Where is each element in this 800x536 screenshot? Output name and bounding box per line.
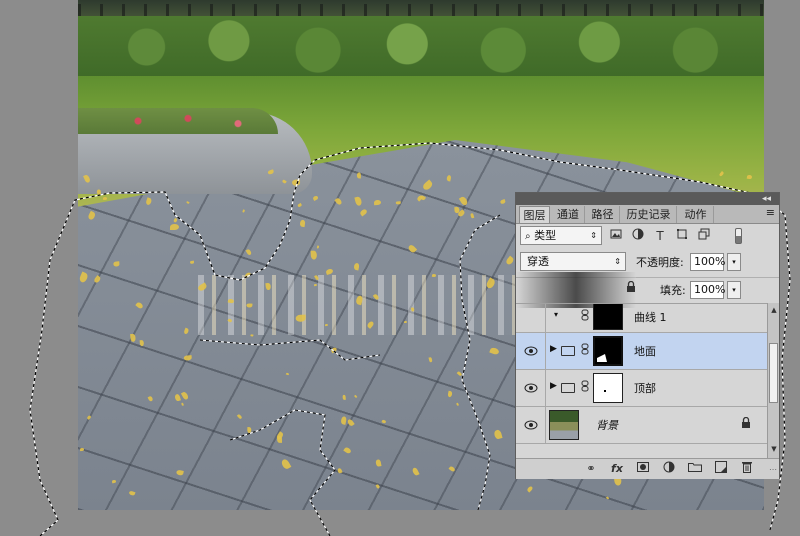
select-arrows-icon: ⇕ — [590, 231, 597, 240]
layers-list: ▾ 曲线 1 ▶ 地面 ▶ 顶部 背景 — [516, 303, 767, 459]
adjustment-filter-icon[interactable] — [630, 228, 646, 244]
layer-row[interactable]: ▶ 顶部 — [516, 370, 767, 407]
delete-layer-icon[interactable] — [738, 461, 756, 477]
leaf — [139, 340, 144, 347]
leaf — [276, 436, 282, 444]
opacity-dropdown-button[interactable]: ▾ — [727, 253, 741, 271]
leaf — [292, 179, 301, 186]
lock-icon[interactable] — [741, 416, 751, 432]
layer-row[interactable]: ▶ 地面 — [516, 333, 767, 370]
scroll-down-icon[interactable]: ▼ — [769, 444, 779, 454]
shape-filter-icon[interactable] — [674, 228, 690, 244]
opacity-label: 不透明度: — [636, 256, 684, 269]
layer-style-icon[interactable]: fx — [608, 461, 626, 477]
lock-all-icon[interactable] — [626, 280, 636, 296]
folder-icon — [561, 346, 575, 356]
fill-dropdown-button[interactable]: ▾ — [727, 281, 741, 299]
visibility-toggle[interactable] — [516, 304, 546, 332]
leaf — [427, 356, 433, 363]
fill-input[interactable]: 100% — [690, 281, 725, 299]
leaf — [249, 333, 254, 337]
leaf — [356, 171, 362, 179]
leaf — [79, 447, 85, 451]
visibility-toggle[interactable] — [516, 370, 546, 406]
layers-panel: ◂◂ 图层 通道 路径 历史记录 动作 ≡ ⌕ 类型 ⇕ T 穿透 ⇕ 不透明度… — [515, 192, 780, 479]
layer-filter-row: ⌕ 类型 ⇕ T — [516, 224, 779, 248]
leaf — [227, 298, 234, 304]
leaf — [295, 314, 306, 322]
leaf — [395, 200, 401, 204]
image-filter-icon[interactable] — [608, 228, 624, 244]
panel-title-bar[interactable]: ◂◂ — [516, 193, 779, 205]
layer-row[interactable]: 背景 — [516, 407, 767, 444]
scroll-up-icon[interactable]: ▲ — [769, 305, 779, 315]
layer-name[interactable]: 顶部 — [634, 380, 656, 396]
tab-paths[interactable]: 路径 — [586, 206, 620, 223]
panel-tabs: 图层 通道 路径 历史记录 动作 — [516, 205, 779, 224]
adjustment-layer-icon[interactable] — [660, 461, 678, 477]
layer-name[interactable]: 地面 — [634, 343, 656, 359]
new-group-icon[interactable] — [686, 461, 704, 477]
layer-name[interactable]: 背景 — [596, 417, 618, 433]
filter-toggle-switch[interactable] — [735, 228, 742, 244]
visibility-toggle[interactable] — [516, 333, 546, 369]
scroll-thumb[interactable] — [769, 343, 778, 403]
leaf — [746, 174, 753, 179]
hedge-plants — [78, 16, 764, 78]
blend-mode-value: 穿透 — [527, 255, 549, 268]
layers-scrollbar[interactable]: ▲ ▼ — [767, 303, 779, 458]
chain-link-icon[interactable] — [581, 309, 589, 324]
leaf — [169, 224, 179, 231]
panel-footer: ⚭ fx ⋯ — [516, 458, 779, 479]
layer-mask-thumbnail[interactable] — [593, 304, 623, 330]
filter-kind-select[interactable]: ⌕ 类型 ⇕ — [520, 226, 602, 245]
panel-menu-icon[interactable]: ≡ — [766, 206, 775, 219]
leaf — [373, 199, 381, 205]
layer-mask-thumbnail[interactable] — [593, 336, 623, 366]
layer-mask-thumbnail[interactable] — [593, 373, 623, 403]
add-mask-icon[interactable] — [634, 461, 652, 477]
eye-icon — [524, 420, 537, 430]
leaf — [342, 395, 346, 401]
background-thumbnail[interactable] — [549, 410, 579, 440]
tab-history[interactable]: 历史记录 — [621, 206, 677, 223]
blend-mode-select[interactable]: 穿透 ⇕ — [520, 252, 626, 271]
collapse-panel-icon[interactable]: ◂◂ — [762, 193, 771, 205]
tab-layers[interactable]: 图层 — [519, 206, 550, 223]
eye-icon — [524, 346, 537, 356]
smart-object-filter-icon[interactable] — [696, 228, 712, 244]
resize-grip-icon[interactable]: ⋯ — [769, 465, 777, 474]
clip-arrow-icon: ▾ — [554, 310, 559, 319]
opacity-input[interactable]: 100% — [690, 253, 725, 271]
blend-opacity-row: 穿透 ⇕ 不透明度: 100% ▾ — [516, 250, 779, 274]
new-layer-icon[interactable] — [712, 461, 730, 477]
search-icon: ⌕ — [525, 231, 531, 242]
link-layers-icon[interactable]: ⚭ — [582, 461, 600, 477]
tab-actions[interactable]: 动作 — [678, 206, 714, 223]
planter-flowers — [78, 108, 278, 134]
filter-kind-label: 类型 — [534, 229, 557, 242]
chain-link-icon[interactable] — [581, 343, 589, 358]
type-filter-icon[interactable]: T — [652, 228, 668, 244]
leaf — [265, 282, 272, 290]
leaf — [310, 250, 317, 260]
layer-name[interactable]: 曲线 1 — [634, 309, 667, 325]
layer-row[interactable]: ▾ 曲线 1 — [516, 304, 767, 333]
expand-arrow-icon[interactable]: ▶ — [550, 344, 557, 354]
folder-icon — [561, 383, 575, 393]
chain-link-icon[interactable] — [581, 380, 589, 395]
select-arrows-icon: ⇕ — [614, 257, 621, 266]
visibility-toggle[interactable] — [516, 407, 546, 443]
lock-fill-row: 填充: 100% ▾ — [516, 272, 779, 308]
eye-icon — [524, 383, 537, 393]
leaf — [111, 479, 117, 484]
leaf — [431, 273, 437, 278]
fill-label: 填充: — [660, 284, 686, 297]
tab-channels[interactable]: 通道 — [552, 206, 585, 223]
leaf — [245, 302, 253, 308]
expand-arrow-icon[interactable]: ▶ — [550, 381, 557, 391]
